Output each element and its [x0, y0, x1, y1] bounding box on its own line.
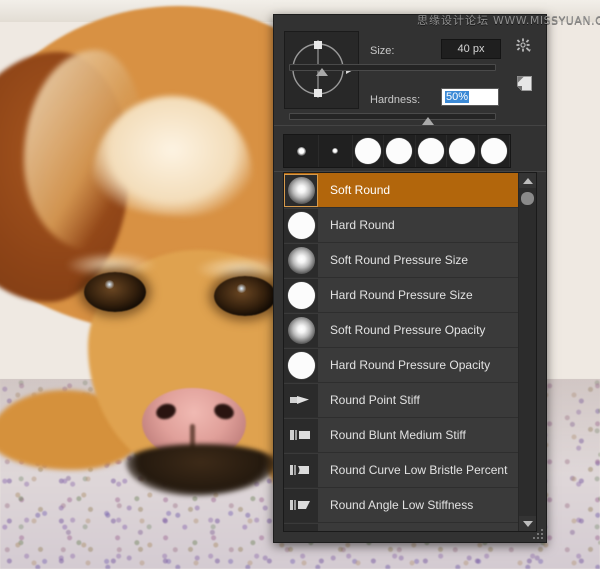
quick-preset-strip[interactable] — [283, 134, 511, 168]
hard-round-large — [386, 138, 413, 164]
brush-thumbnail — [284, 208, 318, 242]
hard-round-thumb — [287, 351, 315, 379]
soft-round-thumb — [287, 176, 315, 204]
brush-list-item[interactable]: Round Angle Low Stiffness — [284, 488, 519, 523]
scroll-down-arrow-icon — [522, 520, 533, 527]
bristle-angle-thumb — [290, 500, 310, 510]
brush-list-item-label: Round Point Stiff — [330, 393, 420, 407]
preset-strip-item[interactable] — [284, 135, 320, 167]
hard-round-thumb — [287, 211, 315, 239]
brush-thumbnail — [284, 383, 318, 417]
hard-round-large — [417, 138, 444, 164]
size-value-field[interactable]: 40 px — [441, 39, 501, 59]
bristle-curve-thumb — [290, 465, 309, 475]
brush-list-item[interactable]: Hard Round — [284, 208, 519, 243]
bristle-point-thumb — [290, 396, 309, 404]
brush-list-item-label: Round Angle Low Stiffness — [330, 498, 474, 512]
small-soft-dot — [296, 146, 306, 156]
screenshot-root: 思缘设计论坛 WWW.MISSYUAN.COM Size: 40 px Hardn… — [0, 0, 600, 569]
hard-round-large — [354, 138, 381, 164]
preset-strip-item[interactable] — [479, 135, 510, 167]
brush-preset-picker-panel[interactable]: Size: 40 px Hardness: 50% Soft Round Har… — [273, 14, 547, 543]
soft-round-thumb — [287, 246, 315, 274]
brush-list-item[interactable]: Round Blunt Medium Stiff — [284, 418, 519, 453]
watermark-cn-text: 思缘设计论坛 — [417, 14, 489, 27]
preset-strip-item[interactable] — [353, 135, 385, 167]
hard-round-large — [480, 138, 507, 164]
watermark: 思缘设计论坛 WWW.MISSYUAN.COM — [417, 12, 600, 28]
hardness-slider-thumb[interactable] — [422, 117, 434, 125]
panel-menu-button[interactable] — [516, 37, 536, 53]
preset-strip-item[interactable] — [319, 135, 353, 167]
hardness-value-text: 50% — [445, 91, 470, 103]
brush-list-item[interactable]: Soft Round Pressure Size — [284, 243, 519, 278]
brush-thumbnail — [284, 453, 318, 487]
create-new-preset-button[interactable] — [516, 75, 534, 93]
brush-thumbnail — [284, 418, 318, 452]
brush-list-item-label: Soft Round — [330, 183, 391, 197]
photo-dog-eye-right-glint — [236, 284, 247, 293]
brush-list-item-label: Soft Round Pressure Opacity — [330, 323, 486, 337]
photo-dog-eye-left — [84, 272, 146, 312]
brush-list-item-label: Soft Round Pressure Size — [330, 253, 469, 267]
preset-strip-item[interactable] — [384, 135, 416, 167]
panel-resize-grip[interactable] — [531, 527, 543, 539]
brush-thumbnail — [284, 348, 318, 382]
brush-list-item[interactable]: Round Point Stiff — [284, 383, 519, 418]
brush-list-item[interactable]: Hard Round Pressure Opacity — [284, 348, 519, 383]
brush-list-scrollbar[interactable] — [518, 173, 536, 531]
size-slider-thumb[interactable] — [316, 68, 328, 76]
brush-list-item-label: Round Blunt Medium Stiff — [330, 428, 466, 442]
brush-thumbnail — [284, 523, 318, 531]
brush-settings-section: Size: 40 px Hardness: 50% — [274, 15, 546, 126]
bristle-blunt-thumb — [290, 430, 310, 440]
preset-strip-item[interactable] — [447, 135, 479, 167]
hardness-slider-track[interactable] — [289, 113, 496, 120]
preset-strip-item[interactable] — [416, 135, 448, 167]
brush-thumbnail — [284, 278, 318, 312]
brush-list-item[interactable]: Round Fan Stiff Thin Bristles — [284, 523, 519, 531]
brush-list-area: Soft Round Hard Round Soft Round Pressure … — [283, 172, 537, 532]
scroll-up-button[interactable] — [519, 173, 536, 188]
brush-list-item-label: Round Curve Low Bristle Percent — [330, 463, 508, 477]
photo-dog-eye-right — [214, 276, 276, 316]
brush-thumbnail — [284, 173, 318, 207]
new-preset-icon — [517, 76, 532, 91]
brush-thumbnail — [284, 313, 318, 347]
brush-list-item[interactable]: Soft Round — [284, 173, 519, 208]
brush-list-item[interactable]: Hard Round Pressure Size — [284, 278, 519, 313]
scroll-up-arrow-icon — [522, 177, 533, 184]
scrollbar-thumb[interactable] — [521, 192, 534, 205]
brush-thumbnail — [284, 243, 318, 277]
tiny-soft-dot — [332, 148, 339, 154]
size-label: Size: — [370, 45, 395, 57]
hard-round-thumb — [287, 281, 315, 309]
soft-round-thumb — [287, 316, 315, 344]
brush-list-item-label: Hard Round Pressure Size — [330, 288, 473, 302]
brush-list-item-label: Hard Round — [330, 218, 395, 232]
brush-thumbnail — [284, 488, 318, 522]
photo-dog-eye-left-glint — [104, 280, 115, 289]
quick-preset-strip-section — [274, 126, 546, 172]
gear-icon — [516, 37, 531, 52]
brush-list[interactable]: Soft Round Hard Round Soft Round Pressure … — [284, 173, 519, 531]
hardness-label: Hardness: — [370, 94, 421, 106]
hardness-value-field[interactable]: 50% — [441, 88, 499, 106]
brush-list-item-label: Hard Round Pressure Opacity — [330, 358, 491, 372]
scrollbar-track[interactable] — [519, 188, 536, 516]
brush-list-item[interactable]: Round Curve Low Bristle Percent — [284, 453, 519, 488]
hard-round-large — [449, 138, 476, 164]
brush-list-item[interactable]: Soft Round Pressure Opacity — [284, 313, 519, 348]
watermark-url-text: WWW.MISSYUAN.COM — [493, 14, 600, 27]
